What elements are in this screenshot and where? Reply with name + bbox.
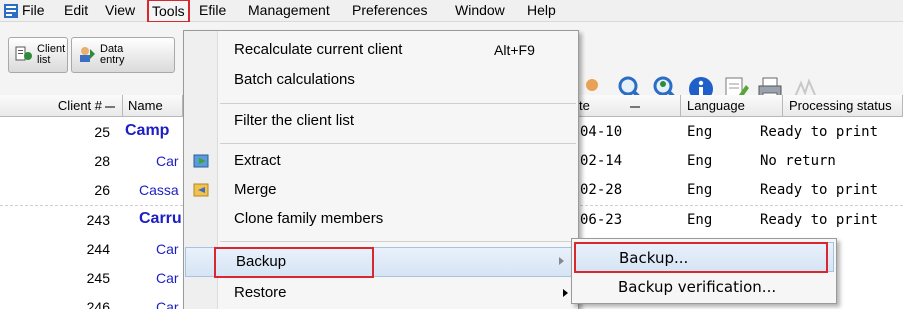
menu-preferences[interactable]: Preferences	[352, 0, 427, 22]
language-cell: Eng	[687, 153, 713, 169]
menu-item-extract[interactable]: Extract	[184, 148, 578, 174]
menu-item-label: Merge	[234, 181, 277, 198]
menu-item-label: Restore	[234, 284, 287, 301]
client-name[interactable]: Cassa	[139, 182, 179, 198]
menu-separator	[220, 103, 576, 104]
backup-now-highlight-box	[574, 242, 828, 273]
client-number: 243	[86, 212, 110, 228]
client-number: 245	[86, 270, 110, 286]
menu-item-restore[interactable]: Restore	[184, 280, 578, 306]
status-cell: Ready to print	[760, 212, 879, 228]
data-entry-label: Data entry	[100, 43, 125, 66]
menu-item-label: Clone family members	[234, 210, 384, 227]
client-name[interactable]: Car	[156, 241, 179, 257]
submenu-arrow-icon	[563, 289, 568, 297]
menu-view[interactable]: View	[105, 0, 135, 22]
menu-item-backup-verification[interactable]: Backup verification...	[574, 272, 834, 302]
data-entry-icon	[80, 47, 95, 62]
extract-icon	[193, 154, 209, 168]
header-language[interactable]: Language	[681, 95, 783, 117]
menu-item-label: Recalculate current client	[234, 41, 403, 58]
header-date[interactable]: te	[579, 95, 681, 117]
status-cell: No return	[760, 153, 836, 169]
backup-submenu: Backup... Backup verification...	[571, 238, 837, 304]
client-list-label: Client list	[37, 43, 66, 66]
menu-item-label: Filter the client list	[234, 112, 355, 129]
date-cell: 02-14	[580, 153, 623, 169]
menu-item-label: Backup verification...	[618, 278, 777, 296]
language-cell: Eng	[687, 124, 713, 140]
language-cell: Eng	[687, 212, 713, 228]
submenu-arrow-icon	[559, 257, 564, 265]
date-cell: 02-28	[580, 182, 623, 198]
client-name[interactable]: Car	[156, 270, 179, 286]
backup-highlight-box	[214, 247, 374, 278]
date-cell: 06-23	[580, 212, 623, 228]
menu-file[interactable]: File	[22, 0, 45, 22]
shortcut-label: Alt+F9	[494, 42, 535, 58]
client-name[interactable]: Carru	[139, 210, 182, 228]
header-processing-status[interactable]: Processing status	[783, 95, 903, 117]
status-cell: Ready to print	[760, 124, 879, 140]
app-icon	[4, 4, 18, 18]
date-cell: 04-10	[580, 124, 623, 140]
menu-separator	[220, 241, 576, 242]
header-name[interactable]: Name	[123, 95, 183, 117]
language-cell: Eng	[687, 182, 713, 198]
client-number: 28	[94, 153, 110, 169]
menu-item-label: Extract	[234, 152, 281, 169]
menu-help[interactable]: Help	[527, 0, 556, 22]
tools-menu: Recalculate current client Alt+F9 Batch …	[183, 30, 579, 309]
client-name[interactable]: Car	[156, 153, 179, 169]
menu-item-merge[interactable]: Merge	[184, 177, 578, 203]
client-number: 26	[94, 182, 110, 198]
client-number: 25	[94, 124, 110, 140]
menu-edit[interactable]: Edit	[64, 0, 88, 22]
merge-icon	[193, 183, 209, 197]
client-number: 244	[86, 241, 110, 257]
client-list-button[interactable]: Client list	[8, 37, 68, 73]
header-client-number[interactable]: Client #	[0, 95, 123, 117]
menu-separator	[220, 143, 576, 144]
menu-item-filter[interactable]: Filter the client list	[184, 108, 578, 134]
menu-item-batch-calculations[interactable]: Batch calculations	[184, 67, 578, 93]
status-cell: Ready to print	[760, 182, 879, 198]
menu-item-clone-family[interactable]: Clone family members	[184, 206, 578, 232]
client-name[interactable]: Car	[156, 299, 179, 309]
client-list-icon	[15, 46, 32, 61]
menu-window[interactable]: Window	[455, 0, 505, 22]
menu-tools[interactable]: Tools	[147, 0, 190, 23]
data-entry-button[interactable]: Data entry	[71, 37, 175, 73]
menu-item-recalculate[interactable]: Recalculate current client Alt+F9	[184, 37, 578, 63]
menu-efile[interactable]: Efile	[199, 0, 226, 22]
menu-management[interactable]: Management	[248, 0, 330, 22]
menu-bar: File Edit View Tools Efile Management Pr…	[0, 0, 903, 23]
menu-item-label: Batch calculations	[234, 71, 355, 88]
client-number: 246	[86, 299, 110, 309]
client-name[interactable]: Camp	[125, 122, 169, 140]
